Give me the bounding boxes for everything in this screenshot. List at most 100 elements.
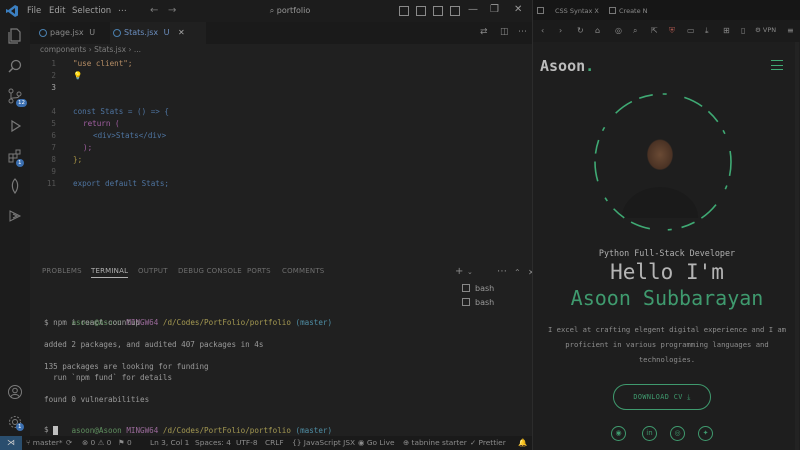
toggle-sidebar-icon[interactable] bbox=[399, 6, 409, 16]
terminal-prompt: asoon@Asoon MINGW64 /d/Codes/PortFolio/p… bbox=[44, 306, 332, 327]
tab-debug-console[interactable]: DEBUG CONSOLE bbox=[178, 267, 242, 275]
breadcrumb-file[interactable]: Stats.jsx bbox=[94, 45, 126, 54]
maximize-panel-icon[interactable]: ⌃ bbox=[514, 268, 521, 277]
brave-shield-icon[interactable]: ⛨ bbox=[669, 26, 675, 36]
prompt-user: asoon@Asoon bbox=[71, 426, 122, 435]
share-icon[interactable]: ⇱ bbox=[651, 26, 658, 35]
status-problems[interactable]: ⊗ 0 ⚠ 0 bbox=[82, 438, 111, 447]
browser-tab[interactable]: CSS Syntax X bbox=[555, 4, 599, 18]
tab-comments[interactable]: COMMENTS bbox=[282, 267, 324, 275]
back-icon[interactable]: ‹ bbox=[541, 26, 544, 35]
tab-problems[interactable]: PROBLEMS bbox=[42, 267, 82, 275]
instagram-icon[interactable]: ◎ bbox=[670, 426, 685, 441]
menu-selection[interactable]: Selection bbox=[72, 6, 111, 16]
terminal-input-line[interactable]: $ bbox=[44, 424, 59, 435]
site-logo[interactable]: Asoon. bbox=[540, 57, 594, 75]
tab-stats-jsx[interactable]: Stats.jsx U ✕ bbox=[110, 22, 206, 44]
status-spaces[interactable]: Spaces: 4 bbox=[195, 438, 231, 447]
forward-icon[interactable]: › bbox=[559, 26, 562, 35]
code-text: }; bbox=[73, 155, 83, 164]
line-number: 9 bbox=[51, 167, 56, 176]
toggle-secondary-sidebar-icon[interactable] bbox=[433, 6, 443, 16]
code-text: const Stats = () => { bbox=[73, 107, 170, 116]
explorer-icon[interactable] bbox=[7, 28, 23, 44]
sidebar-toggle-icon[interactable] bbox=[537, 4, 547, 18]
tabnine-label: tabnine starter bbox=[411, 438, 467, 447]
language-name: JavaScript JSX bbox=[303, 438, 356, 447]
status-golive[interactable]: ◉ Go Live bbox=[358, 438, 395, 447]
vpn-button[interactable]: ⚙ VPN bbox=[755, 26, 776, 34]
react-icon bbox=[39, 29, 47, 37]
home-icon[interactable]: ⌂ bbox=[595, 26, 600, 35]
menu-more[interactable]: ⋯ bbox=[118, 6, 127, 16]
site-info-icon[interactable]: ◎ bbox=[615, 26, 622, 35]
tab-page-jsx[interactable]: page.jsx U bbox=[36, 22, 110, 44]
breadcrumb-symbol[interactable]: ... bbox=[134, 45, 141, 54]
linkedin-icon[interactable]: in bbox=[642, 426, 657, 441]
wallet-icon[interactable]: ▭ bbox=[687, 26, 695, 35]
close-tab-icon[interactable]: ✕ bbox=[178, 28, 185, 37]
compare-changes-icon[interactable]: ⇄ bbox=[480, 27, 488, 37]
mongodb-leaf-icon[interactable] bbox=[7, 178, 23, 194]
remote-indicator-icon[interactable]: ⋊ bbox=[0, 436, 22, 450]
terminal[interactable]: asoon@Asoon MINGW64 /d/Codes/PortFolio/p… bbox=[30, 300, 450, 436]
code-text: <div>Stats</div> bbox=[93, 131, 167, 140]
notifications-bell-icon[interactable]: 🔔 bbox=[518, 438, 527, 447]
tabnine-icon: ⊕ bbox=[403, 438, 412, 447]
tab-terminal[interactable]: TERMINAL bbox=[91, 267, 129, 278]
breadcrumb-folder[interactable]: components bbox=[40, 45, 86, 54]
tab-label: Stats.jsx bbox=[124, 28, 159, 37]
customize-layout-icon[interactable] bbox=[450, 6, 460, 16]
new-terminal-icon[interactable]: + bbox=[455, 266, 463, 277]
tab-output[interactable]: OUTPUT bbox=[138, 267, 168, 275]
split-editor-icon[interactable]: ◫ bbox=[500, 27, 509, 37]
extensions-puzzle-icon[interactable]: ⊞ bbox=[723, 26, 730, 35]
chevron-down-icon[interactable]: ⌄ bbox=[467, 268, 473, 276]
browser-menu-icon[interactable]: ≡ bbox=[787, 26, 794, 35]
code-editor[interactable]: 1 "use client"; 2 💡 3 4 const Stats = ()… bbox=[30, 56, 532, 256]
search-sidebar-icon[interactable] bbox=[7, 58, 23, 74]
twitter-icon[interactable]: ✦ bbox=[698, 426, 713, 441]
terminal-instance[interactable]: bash bbox=[462, 298, 494, 307]
vscode-window: File Edit Selection ⋯ ← → ⌕ portfolio — … bbox=[0, 0, 535, 450]
lightbulb-icon[interactable]: 💡 bbox=[73, 70, 82, 82]
browser-tab-active[interactable]: Create N bbox=[609, 4, 648, 18]
panel-more-icon[interactable]: ⋯ bbox=[497, 266, 507, 277]
status-tabnine[interactable]: ⊕ tabnine starter bbox=[403, 438, 467, 447]
status-language[interactable]: {} JavaScript JSX bbox=[292, 438, 355, 447]
github-icon[interactable]: ◉ bbox=[611, 426, 626, 441]
restore-icon[interactable]: ❐ bbox=[490, 4, 499, 15]
menu-edit[interactable]: Edit bbox=[49, 6, 65, 16]
logo-text: Asoon bbox=[540, 57, 586, 75]
vscode-logo-icon bbox=[6, 5, 18, 17]
run-debug-icon[interactable] bbox=[7, 118, 23, 134]
react-icon bbox=[113, 29, 121, 37]
download-cv-button[interactable]: DOWNLOAD CV ⤓ bbox=[613, 384, 711, 410]
terminal-instance[interactable]: bash bbox=[462, 284, 494, 293]
command-center-search[interactable]: ⌕ portfolio bbox=[200, 4, 380, 18]
zoom-icon[interactable]: ⌕ bbox=[633, 26, 637, 36]
prompt-env: MINGW64 bbox=[126, 426, 159, 435]
bookmark-icon[interactable]: ▯ bbox=[741, 26, 745, 35]
status-info[interactable]: ⚑ 0 bbox=[118, 438, 132, 447]
menu-file[interactable]: File bbox=[27, 6, 41, 16]
tab-ports[interactable]: PORTS bbox=[247, 267, 271, 275]
reload-icon[interactable]: ↻ bbox=[577, 26, 584, 35]
status-prettier[interactable]: ✓ Prettier bbox=[470, 438, 506, 447]
accounts-icon[interactable] bbox=[7, 384, 23, 400]
minimize-icon[interactable]: — bbox=[468, 4, 478, 15]
close-window-icon[interactable]: ✕ bbox=[514, 4, 522, 15]
status-branch[interactable]: ⑂ master* bbox=[26, 438, 63, 447]
toggle-panel-icon[interactable] bbox=[416, 6, 426, 16]
back-arrow-icon[interactable]: ← bbox=[150, 5, 158, 16]
download-icon[interactable]: ⤓ bbox=[705, 26, 709, 36]
more-actions-icon[interactable]: ⋯ bbox=[518, 27, 527, 37]
forward-arrow-icon[interactable]: → bbox=[168, 5, 176, 16]
status-position[interactable]: Ln 3, Col 1 bbox=[150, 438, 189, 447]
page-scrollbar[interactable] bbox=[795, 42, 799, 450]
hamburger-menu-icon[interactable] bbox=[771, 60, 783, 70]
status-eol[interactable]: CRLF bbox=[265, 438, 284, 447]
status-sync-icon[interactable]: ⟳ bbox=[66, 438, 72, 447]
remote-explorer-icon[interactable] bbox=[7, 208, 23, 224]
status-encoding[interactable]: UTF-8 bbox=[236, 438, 258, 447]
